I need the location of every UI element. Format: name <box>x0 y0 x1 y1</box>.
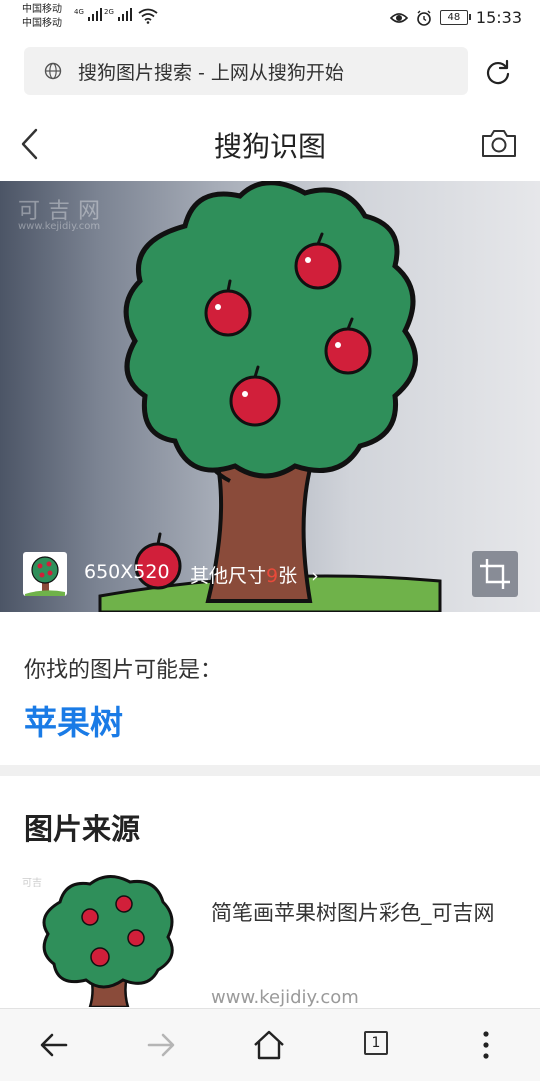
camera-icon[interactable] <box>480 127 518 159</box>
svg-text:可吉: 可吉 <box>22 877 42 889</box>
forward-arrow-icon[interactable] <box>143 1027 179 1063</box>
refresh-icon[interactable] <box>484 58 512 86</box>
source-title-link[interactable]: 简笔画苹果树图片彩色_可吉网 <box>211 896 511 930</box>
carrier-1: 中国移动 <box>22 4 62 15</box>
back-arrow-icon[interactable] <box>36 1027 72 1063</box>
url-bar[interactable]: 搜狗图片搜索 - 上网从搜狗开始 <box>24 47 468 95</box>
status-right: 48 15:33 <box>389 8 522 27</box>
source-tree-image: 可吉 <box>22 875 174 1007</box>
wifi-icon <box>138 8 158 24</box>
thumbnail-tree-icon <box>25 556 65 596</box>
image-dimensions: 650X520 <box>84 561 170 583</box>
apple-tree-image <box>98 181 442 612</box>
page-title: 搜狗识图 <box>213 130 326 163</box>
guess-label: 你找的图片可能是： <box>24 658 223 683</box>
other-sizes-link[interactable]: 其他尺寸9张 › <box>190 561 319 588</box>
tabs-icon[interactable]: 1 <box>364 1031 388 1055</box>
carrier-2: 中国移动 <box>22 18 62 29</box>
more-icon[interactable] <box>468 1027 504 1063</box>
clock: 15:33 <box>475 8 522 27</box>
url-text: 搜狗图片搜索 - 上网从搜狗开始 <box>78 61 344 84</box>
crop-button[interactable] <box>472 551 518 597</box>
carrier-labels: 中国移动 中国移动 <box>22 3 62 31</box>
section-divider <box>0 765 540 776</box>
globe-icon <box>44 62 62 80</box>
search-image[interactable]: 可吉网 www.kejidiy.com 650X520 其他尺寸9张 › <box>0 181 540 612</box>
chevron-right-icon: › <box>311 565 319 587</box>
signal-icon-2: 2G <box>104 8 132 21</box>
other-sizes-count: 9 <box>266 565 279 587</box>
crop-icon <box>480 559 510 589</box>
battery-icon: 48 <box>439 10 471 25</box>
network-type-1: 4G <box>74 8 84 16</box>
eye-icon <box>389 12 408 23</box>
other-sizes-prefix: 其他尺寸 <box>190 565 267 587</box>
bottom-nav <box>0 1008 540 1081</box>
image-thumbnail[interactable] <box>23 552 67 596</box>
title-bar: 搜狗识图 <box>0 105 540 182</box>
alarm-icon <box>417 10 431 26</box>
home-icon[interactable] <box>251 1027 287 1063</box>
other-sizes-suffix: 张 <box>278 565 298 587</box>
guess-result-link[interactable]: 苹果树 <box>24 696 123 744</box>
signal-icon-1: 4G <box>74 8 102 21</box>
watermark-url: www.kejidiy.com <box>18 221 101 232</box>
status-bar: 中国移动 中国移动 4G 2G 48 15:33 <box>0 0 540 36</box>
source-heading: 图片来源 <box>24 812 141 846</box>
network-type-2: 2G <box>104 8 114 16</box>
source-thumbnail[interactable]: 可吉 <box>18 872 193 1007</box>
source-url[interactable]: www.kejidiy.com <box>211 987 359 1008</box>
